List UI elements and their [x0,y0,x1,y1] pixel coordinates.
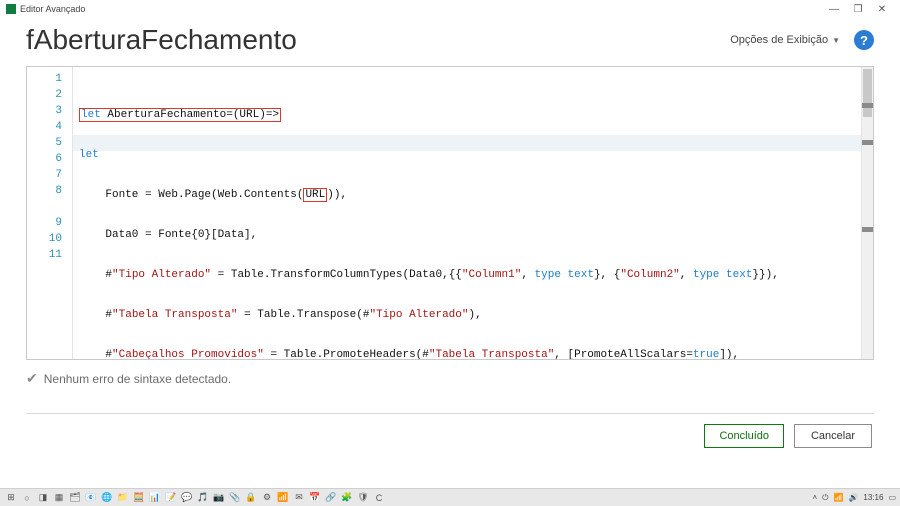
taskbar-app-icon[interactable]: ⊞ [4,492,18,504]
check-icon: ✔ [26,370,38,387]
tray-icon[interactable]: ⏻ [822,493,828,503]
line-number: 4 [27,119,72,135]
system-tray[interactable]: ˄ ⏻ 📶 🔊 13:16 ▭ [812,493,896,503]
scrollbar-marker [862,227,873,232]
code-area[interactable]: let AberturaFechamento=(URL)=> let Fonte… [73,67,861,359]
taskbar-app-icon[interactable]: ▦ [52,492,66,504]
maximize-button[interactable]: ❐ [846,4,870,15]
code-editor[interactable]: 1 2 3 4 5 6 7 8 9 10 11 let AberturaFech… [26,66,874,360]
taskbar-app-icon[interactable]: 🧩 [340,492,354,504]
tray-icon[interactable]: 📶 [833,493,843,503]
line-number: 11 [27,247,72,263]
vertical-scrollbar[interactable] [861,67,873,359]
line-number: 6 [27,151,72,167]
taskbar-app-icon[interactable]: 📅 [308,492,322,504]
taskbar-app-icon[interactable]: 📧 [84,492,98,504]
line-number: 3 [27,103,72,119]
taskbar-icons[interactable]: ⊞○◨▦🗂📧🌐📁🧮📊📝💬🎵📷📎🔒⚙📶✉📅🔗🧩🛡C [4,492,388,504]
display-options-dropdown[interactable]: Opções de Exibição ▼ [730,34,840,46]
scrollbar-marker [862,103,873,108]
taskbar-app-icon[interactable]: 🛡 [356,492,370,504]
code-line: Data0 = Fonte{0}[Data], [79,227,855,243]
taskbar-app-icon[interactable]: 🔒 [244,492,258,504]
editor-header: fAberturaFechamento Opções de Exibição ▼… [0,18,900,62]
line-number: 5 [27,135,72,151]
status-text: Nenhum erro de sintaxe detectado. [44,372,231,386]
code-line: #"Tipo Alterado" = Table.TransformColumn… [79,267,855,283]
taskbar-app-icon[interactable]: C [372,492,386,504]
taskbar-app-icon[interactable]: 📝 [164,492,178,504]
taskbar-app-icon[interactable]: 🔗 [324,492,338,504]
line-number: 9 [27,215,72,231]
syntax-status: ✔ Nenhum erro de sintaxe detectado. [26,370,874,387]
line-number: 1 [27,71,72,87]
notification-icon[interactable]: ▭ [888,493,896,502]
tray-icon[interactable]: 🔊 [848,493,858,503]
taskbar-app-icon[interactable]: ◨ [36,492,50,504]
code-line: #"Tabela Transposta" = Table.Transpose(#… [79,307,855,323]
taskbar-app-icon[interactable]: 📎 [228,492,242,504]
clock[interactable]: 13:16 [863,493,883,502]
help-icon[interactable]: ? [854,30,874,50]
windows-taskbar[interactable]: ⊞○◨▦🗂📧🌐📁🧮📊📝💬🎵📷📎🔒⚙📶✉📅🔗🧩🛡C ˄⏻📶🔊 13:16 ▭ [0,488,900,506]
taskbar-app-icon[interactable]: 📷 [212,492,226,504]
taskbar-app-icon[interactable]: 🧮 [132,492,146,504]
page-title: fAberturaFechamento [26,24,730,56]
line-number-gutter: 1 2 3 4 5 6 7 8 9 10 11 [27,67,73,359]
minimize-button[interactable]: — [822,4,846,15]
taskbar-app-icon[interactable]: 🗂 [68,492,82,504]
taskbar-app-icon[interactable]: 📊 [148,492,162,504]
dialog-buttons: Concluído Cancelar [0,414,900,448]
code-line: let AberturaFechamento=(URL)=> [79,107,855,123]
taskbar-app-icon[interactable]: ○ [20,492,34,504]
close-button[interactable]: ✕ [870,4,894,15]
line-number: 7 [27,167,72,183]
taskbar-app-icon[interactable]: 🎵 [196,492,210,504]
line-number: 10 [27,231,72,247]
line-number: 8 [27,183,72,199]
taskbar-app-icon[interactable]: 💬 [180,492,194,504]
code-line: #"Cabeçalhos Promovidos" = Table.Promote… [79,347,855,359]
tray-icon[interactable]: ˄ [812,493,817,503]
done-button[interactable]: Concluído [704,424,784,448]
line-number: 2 [27,87,72,103]
window-title: Editor Avançado [20,4,85,14]
display-options-label: Opções de Exibição [730,34,828,46]
taskbar-app-icon[interactable]: 📁 [116,492,130,504]
taskbar-app-icon[interactable]: 📶 [276,492,290,504]
taskbar-app-icon[interactable]: ⚙ [260,492,274,504]
app-icon [6,4,16,14]
code-line: let [79,147,855,163]
chevron-down-icon: ▼ [832,36,840,45]
taskbar-app-icon[interactable]: 🌐 [100,492,114,504]
line-number [27,199,72,215]
window-titlebar: Editor Avançado — ❐ ✕ [0,0,900,18]
scrollbar-marker [862,140,873,145]
scrollbar-thumb[interactable] [863,69,872,117]
taskbar-app-icon[interactable]: ✉ [292,492,306,504]
code-line: Fonte = Web.Page(Web.Contents(URL)), [79,187,855,203]
cancel-button[interactable]: Cancelar [794,424,872,448]
